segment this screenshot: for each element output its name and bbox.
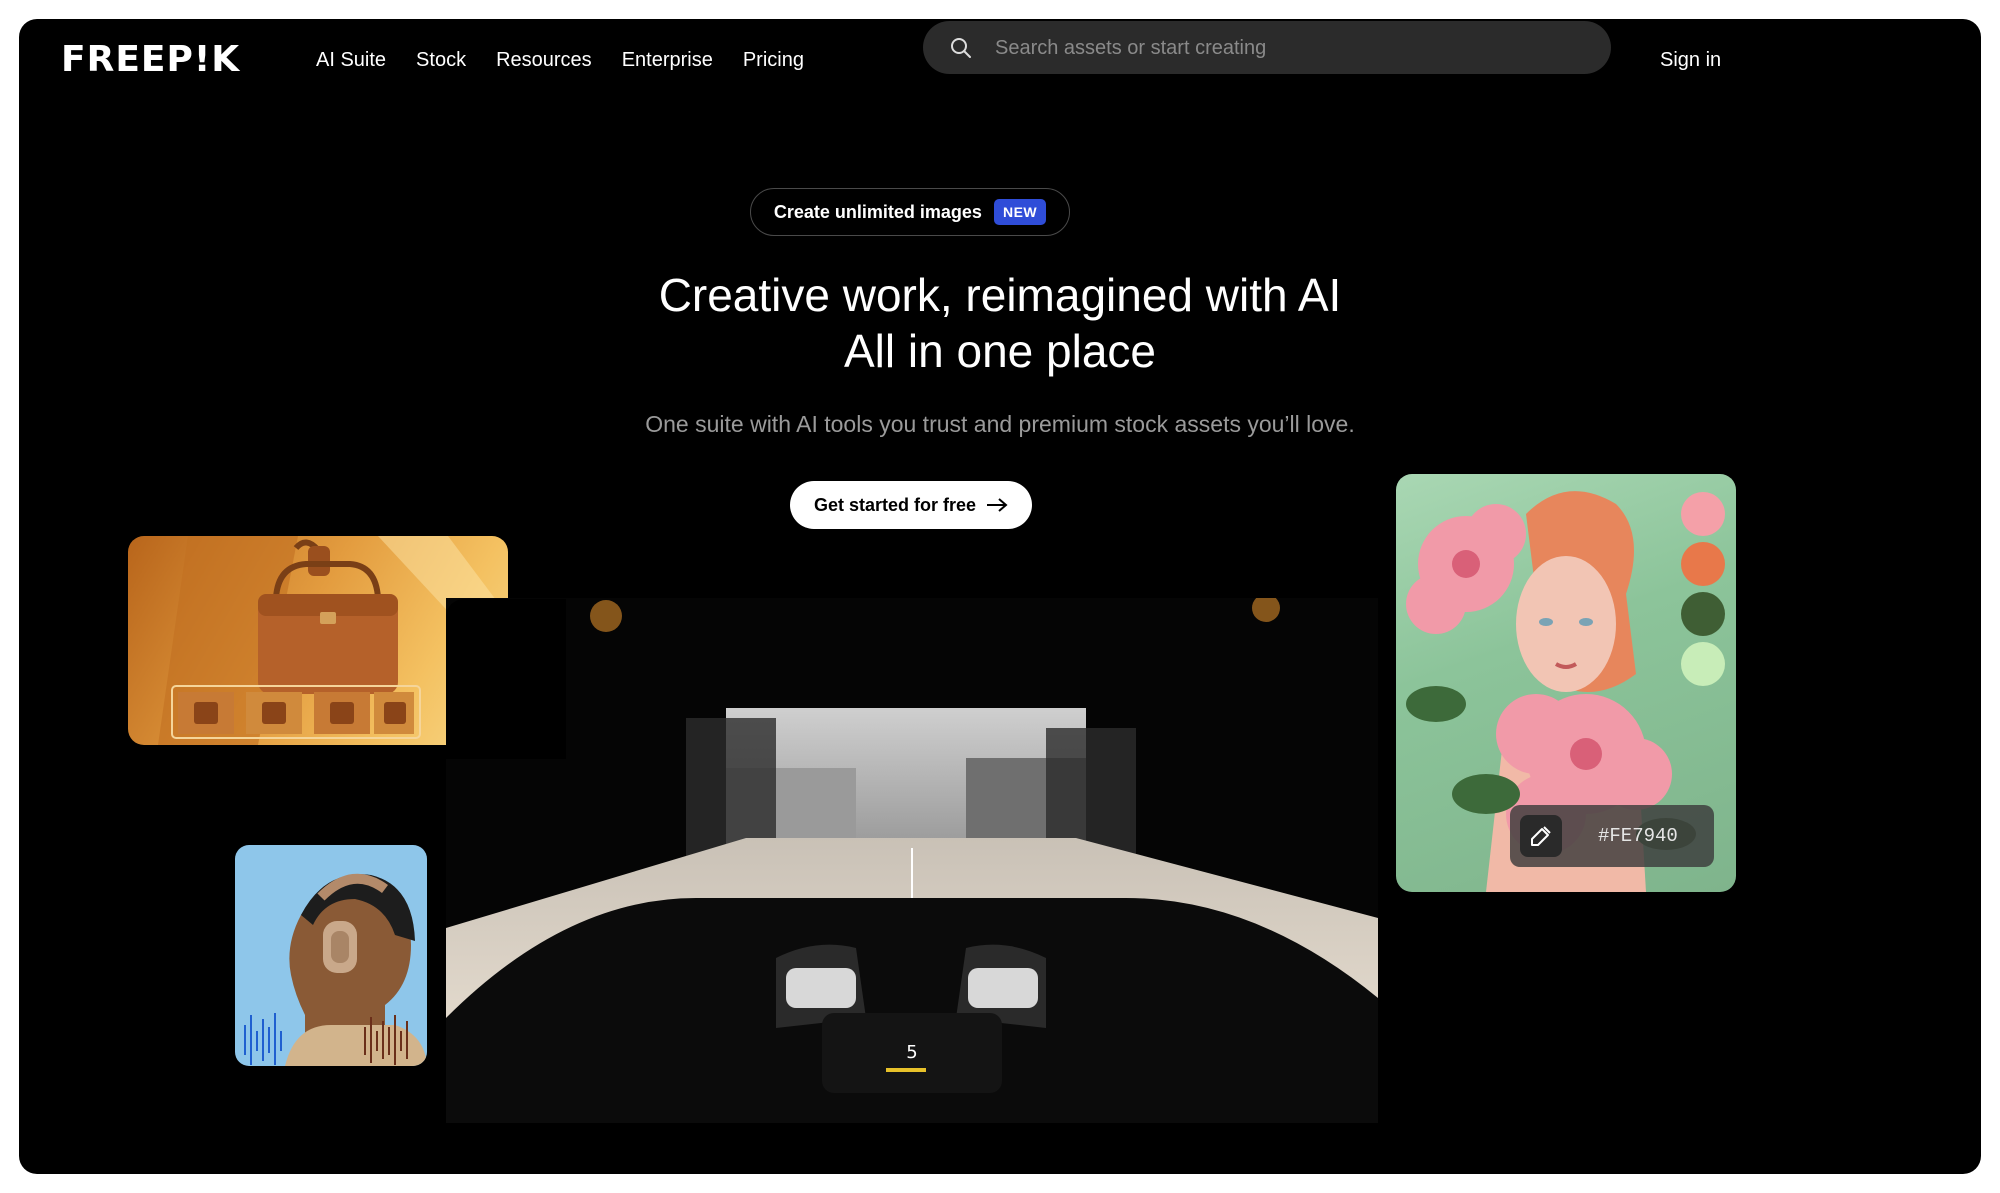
promo-pill[interactable]: Create unlimited images NEW bbox=[750, 188, 1070, 236]
swatch-mint[interactable] bbox=[1681, 642, 1725, 686]
nav-enterprise[interactable]: Enterprise bbox=[622, 49, 713, 72]
nav-pricing[interactable]: Pricing bbox=[743, 49, 804, 72]
arrow-right-icon bbox=[987, 498, 1008, 512]
promo-text: Create unlimited images bbox=[773, 201, 982, 222]
headphones-person bbox=[244, 873, 427, 1066]
nav-resources[interactable]: Resources bbox=[496, 49, 592, 72]
logo-text: FREEP!K bbox=[61, 39, 240, 80]
headline-line-1: Creative work, reimagined with AI bbox=[658, 269, 1342, 321]
headline-line-2: All in one place bbox=[844, 325, 1156, 377]
page-frame: FREEP!K AI Suite Stock Resources Enterpr… bbox=[19, 19, 1981, 1174]
swatch-orange[interactable] bbox=[1681, 542, 1725, 586]
video-notch bbox=[446, 599, 566, 759]
hero-subhead: One suite with AI tools you trust and pr… bbox=[645, 411, 1355, 437]
eyedropper-icon[interactable] bbox=[1520, 815, 1562, 857]
search-bar[interactable] bbox=[923, 21, 1611, 76]
sign-in-link[interactable]: Sign in bbox=[1660, 49, 1721, 72]
freepik-logo[interactable]: FREEP!K bbox=[61, 31, 261, 86]
eyedropper-svg bbox=[1531, 826, 1551, 846]
color-swatches bbox=[1681, 492, 1725, 686]
swatch-pink[interactable] bbox=[1681, 492, 1725, 536]
new-badge: NEW bbox=[993, 199, 1047, 225]
racing-video-scene: 5 bbox=[446, 598, 1378, 1123]
hero-headline: Creative work, reimagined with AI All in… bbox=[19, 267, 1981, 379]
racing-video[interactable]: 5 bbox=[446, 598, 1378, 1123]
main-nav: AI Suite Stock Resources Enterprise Pric… bbox=[316, 49, 804, 72]
color-picker[interactable]: #FE7940 bbox=[1510, 805, 1714, 867]
nav-ai-suite[interactable]: AI Suite bbox=[316, 49, 386, 72]
portrait-color-card[interactable]: #FE7940 bbox=[1396, 474, 1736, 892]
freepik-logo-mark: FREEP!K bbox=[61, 39, 240, 80]
swatch-green[interactable] bbox=[1681, 592, 1725, 636]
search-icon bbox=[951, 38, 971, 58]
nav-stock[interactable]: Stock bbox=[416, 49, 466, 72]
search-input[interactable] bbox=[993, 21, 1587, 76]
audio-image-card[interactable] bbox=[235, 845, 427, 1066]
picked-hex-value: #FE7940 bbox=[1598, 825, 1678, 847]
get-started-label: Get started for free bbox=[813, 494, 977, 515]
get-started-button[interactable]: Get started for free bbox=[790, 481, 1032, 529]
dash-gear-readout: 5 bbox=[906, 1042, 917, 1063]
